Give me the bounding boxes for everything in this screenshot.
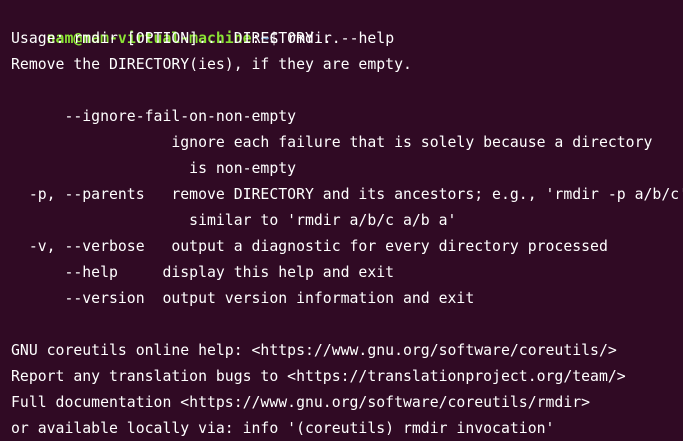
- prompt-line: nam@nam-virtual-machine:~$ rmdir --help: [11, 0, 394, 47]
- output-line: --version output version information and…: [11, 290, 475, 307]
- output-line: --ignore-fail-on-non-empty: [11, 108, 297, 125]
- output-line: Report any translation bugs to <https://…: [11, 368, 626, 385]
- output-line: Full documentation <https://www.gnu.org/…: [11, 394, 591, 411]
- output-line: is non-empty: [11, 160, 297, 177]
- output-line: similar to 'rmdir a/b/c a/b a': [11, 212, 457, 229]
- output-line: GNU coreutils online help: <https://www.…: [11, 342, 617, 359]
- output-line: -v, --verbose output a diagnostic for ev…: [11, 238, 608, 255]
- terminal-window[interactable]: nam@nam-virtual-machine:~$ rmdir --help …: [0, 0, 683, 441]
- output-line: Remove the DIRECTORY(ies), if they are e…: [11, 56, 412, 73]
- output-line: -p, --parents remove DIRECTORY and its a…: [11, 186, 683, 203]
- output-line: --help display this help and exit: [11, 264, 395, 281]
- output-line: ignore each failure that is solely becau…: [11, 134, 653, 151]
- output-line: Usage: rmdir [OPTION]... DIRECTORY...: [11, 30, 341, 47]
- output-line: or available locally via: info '(coreuti…: [11, 420, 555, 437]
